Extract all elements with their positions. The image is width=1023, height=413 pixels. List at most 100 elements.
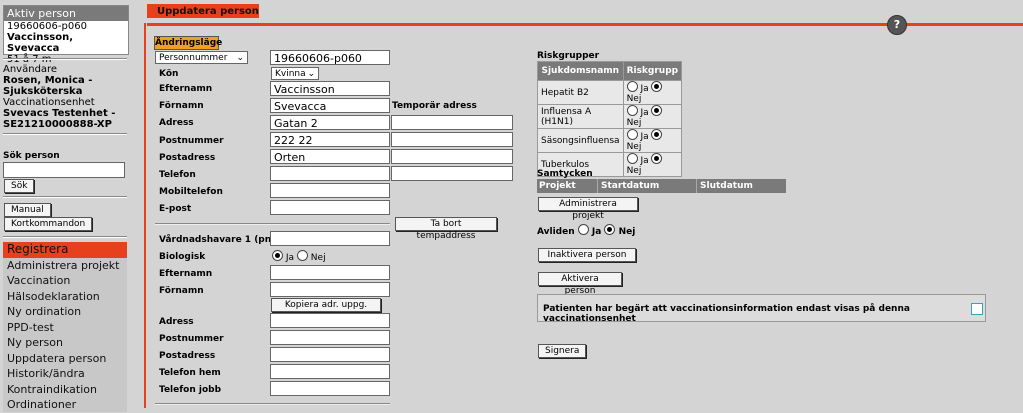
menu-item-halsodeklaration[interactable]: Hälsodeklaration (3, 289, 127, 305)
guardian-postadress-input[interactable] (270, 347, 390, 362)
epost-label: E-post (159, 204, 192, 214)
postnummer-input[interactable]: 222 22 (270, 132, 390, 147)
biologisk-label: Biologisk (159, 252, 206, 262)
kon-label: Kön (159, 69, 179, 79)
riskgrupper-col-disease: Sjukdomsnamn (537, 61, 624, 81)
guardian-fornamn-input[interactable] (270, 282, 390, 297)
radio-label: Ja (640, 132, 649, 142)
guardian-postadress-label: Postadress (159, 351, 216, 361)
content-left-rule (144, 23, 146, 408)
consent-box: Patienten har begärt att vaccinationsinf… (537, 294, 986, 324)
epost-input[interactable] (270, 200, 390, 215)
guardian-postnummer-input[interactable] (270, 330, 390, 345)
risk-nej-radio[interactable] (651, 129, 663, 140)
temp-postnummer-input[interactable] (391, 132, 513, 147)
page-title-tab: Uppdatera person (147, 4, 259, 18)
aktivera-person-button[interactable]: Aktivera person (538, 272, 622, 296)
kon-select[interactable]: Kvinna ⌄ (271, 67, 319, 80)
active-person-box: Aktiv person 19660606-p060 Vaccinsson, S… (3, 5, 129, 65)
disease-name: Säsongsinfluensa (537, 128, 624, 153)
inaktivera-person-button[interactable]: Inaktivera person (538, 248, 636, 262)
copy-address-button[interactable]: Kopiera adr. uppg. (271, 298, 381, 312)
postadress-label: Postadress (159, 153, 216, 163)
risk-ja-radio[interactable] (626, 153, 638, 164)
search-input[interactable] (3, 162, 125, 178)
disease-name: Influensa A (H1N1) (537, 104, 624, 129)
menu-item-vaccination[interactable]: Vaccination (3, 273, 127, 289)
user-name: Rosen, Monica - (3, 75, 93, 86)
radio-label: Nej (626, 142, 642, 152)
guardian-pnr-input[interactable] (270, 231, 390, 246)
help-icon[interactable]: ? (887, 15, 907, 35)
radio-label: Ja (640, 108, 649, 118)
biologisk-nej-radio[interactable] (296, 250, 308, 261)
temp-telefon-input[interactable] (391, 166, 513, 181)
temp-postadress-input[interactable] (391, 149, 513, 164)
id-input[interactable]: 19660606-p060 (270, 50, 390, 65)
samtycken-header: Projekt Startdatum Slutdatum (537, 179, 786, 193)
biologisk-nej-label: Nej (310, 253, 326, 263)
guardian-tel-hem-label: Telefon hem (159, 368, 221, 378)
menu-item-ppd-test[interactable]: PPD-test (3, 320, 127, 336)
menu-item-ordinationer[interactable]: Ordinationer (3, 397, 127, 413)
unit-name: Svevacs Testenhet - (3, 108, 116, 119)
risk-ja-radio[interactable] (626, 105, 638, 116)
risk-ja-radio[interactable] (626, 129, 638, 140)
divider (155, 403, 390, 405)
mobil-input[interactable] (270, 183, 390, 198)
menu-item-kontraindikation[interactable]: Kontraindikation (3, 382, 127, 398)
guardian-adress-label: Adress (159, 317, 194, 327)
menu-item-administrera-projekt[interactable]: Administrera projekt (3, 258, 127, 274)
menu-item-ny-person[interactable]: Ny person (3, 335, 127, 351)
unit-label: Vaccinationsenhet (3, 97, 95, 108)
temp-address-label: Temporär adress (392, 101, 477, 111)
divider (3, 58, 127, 60)
search-label: Sök person (3, 151, 60, 161)
adress-label: Adress (159, 118, 194, 128)
risk-nej-radio[interactable] (651, 81, 663, 92)
telefon-input[interactable] (270, 166, 390, 181)
mode-badge: Ändringsläge (154, 36, 223, 50)
active-person-name: Vaccinsson, Svevacca (7, 32, 74, 54)
avliden-ja-radio[interactable] (577, 224, 589, 235)
avliden-nej-radio[interactable] (604, 224, 616, 235)
samtycken-title: Samtycken (537, 169, 593, 179)
menu-item-ny-ordination[interactable]: Ny ordination (3, 304, 127, 320)
guardian-adress-input[interactable] (270, 313, 390, 328)
adress-input[interactable]: Gatan 2 (270, 115, 390, 130)
guardian-tel-jobb-input[interactable] (270, 381, 390, 396)
guardian-tel-hem-input[interactable] (270, 364, 390, 379)
consent-checkbox[interactable] (971, 303, 983, 315)
samtycken-col-start: Startdatum (597, 179, 659, 193)
radio-label: Ja (640, 84, 649, 94)
guardian-efternamn-input[interactable] (270, 265, 390, 280)
risk-nej-radio[interactable] (651, 105, 663, 116)
administrera-projekt-button[interactable]: Administrera projekt (538, 197, 638, 221)
table-row: Influensa A (H1N1) Ja Nej (537, 104, 683, 129)
id-type-select[interactable]: Personnummer ⌄ (155, 51, 248, 64)
menu-item-registrera[interactable]: Registrera (3, 242, 127, 258)
biologisk-radio-group: Ja Nej (272, 250, 326, 263)
main-menu: Registrera Administrera projekt Vaccinat… (3, 242, 127, 412)
biologisk-ja-radio[interactable] (272, 250, 283, 261)
guardian-tel-jobb-label: Telefon jobb (159, 385, 222, 395)
menu-item-historik[interactable]: Historik/ändra (3, 366, 127, 382)
riskgrupper-col-risk: Riskgrupp (622, 61, 683, 81)
menu-item-uppdatera-person[interactable]: Uppdatera person (3, 351, 127, 367)
manual-button[interactable]: Manual (4, 203, 51, 217)
shortcuts-button[interactable]: Kortkommandon (4, 217, 93, 231)
signera-button[interactable]: Signera (538, 344, 586, 358)
fornamn-input[interactable]: Svevacca (270, 98, 390, 113)
guardian-efternamn-label: Efternamn (159, 269, 213, 279)
avliden-ja-label: Ja (591, 227, 602, 237)
temp-adress-input[interactable] (391, 115, 513, 130)
remove-temp-address-button[interactable]: Ta bort tempaddress (395, 217, 497, 241)
avliden-group: Avliden Ja Nej (537, 224, 635, 237)
divider (3, 196, 127, 198)
search-button[interactable]: Sök (4, 179, 35, 193)
efternamn-input[interactable]: Vaccinsson (270, 81, 390, 96)
postadress-input[interactable]: Orten (270, 149, 390, 164)
radio-label: Nej (626, 94, 642, 104)
risk-nej-radio[interactable] (651, 153, 663, 164)
risk-ja-radio[interactable] (626, 81, 638, 92)
